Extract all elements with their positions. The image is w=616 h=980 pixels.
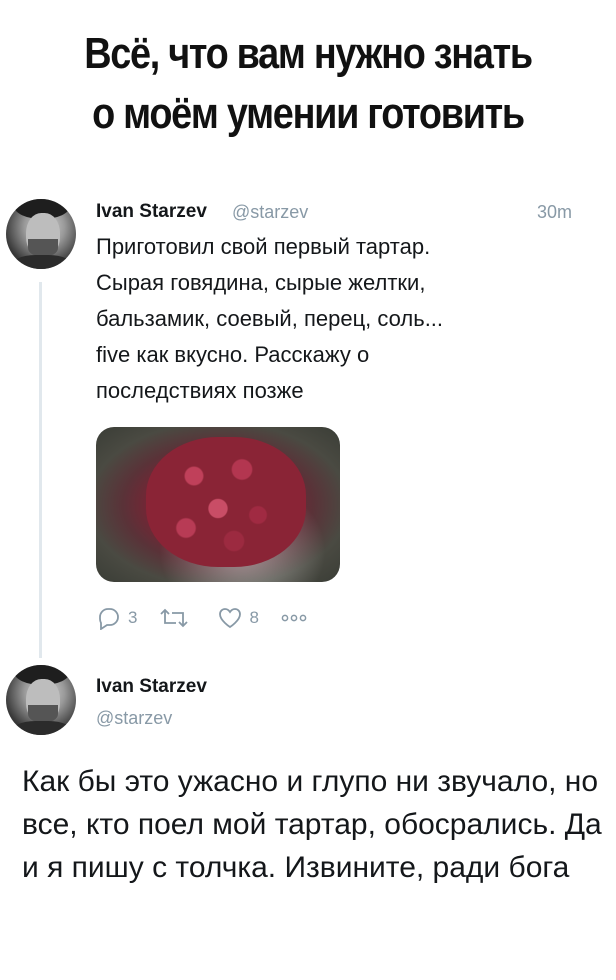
headline-line-1: Всё, что вам нужно знать (84, 29, 533, 78)
reply-avatar[interactable] (6, 665, 76, 735)
heart-icon (219, 608, 242, 629)
tweet-photo[interactable] (96, 427, 340, 582)
reply-author-handle[interactable]: @starzev (96, 708, 172, 729)
tweet-text-l1: Приготовил свой первый тартар. (96, 234, 431, 259)
thread-line (39, 282, 42, 658)
like-action[interactable]: 8 (217, 606, 259, 630)
tweet-author-handle[interactable]: @starzev (232, 202, 308, 223)
reply-action[interactable]: 3 (96, 606, 137, 630)
retweet-icon (160, 608, 189, 628)
tweet-actions: 3 8 (96, 603, 329, 633)
meme-headline: Всё, что вам нужно знать о моём умении г… (43, 24, 573, 144)
reply-icon (99, 608, 119, 630)
tweet-text-l4: five как вкусно. Расскажу о (96, 342, 370, 367)
avatar[interactable] (6, 199, 76, 269)
reply-author-name[interactable]: Ivan Starzev (96, 676, 207, 698)
headline-line-2: о моём умении готовить (92, 89, 525, 138)
more-action[interactable] (281, 613, 307, 623)
tweet-text-l2: Сырая говядина, сырые желтки, (96, 270, 426, 295)
reply-count: 3 (128, 608, 138, 627)
tweet-text-l3: бальзамик, соевый, перец, соль... (96, 306, 444, 331)
tweet-text-l5: последствиях позже (96, 378, 304, 403)
tweet-author-name[interactable]: Ivan Starzev (96, 201, 207, 223)
like-count: 8 (249, 608, 259, 627)
tweet-timestamp[interactable]: 30m (537, 202, 572, 223)
more-dots-icon (281, 614, 307, 622)
reply-text: Как бы это ужасно и глупо ни звучало, но… (22, 765, 602, 884)
tweet-text: Приготовил свой первый тартар. Сырая гов… (96, 229, 576, 409)
retweet-action[interactable] (159, 606, 195, 630)
